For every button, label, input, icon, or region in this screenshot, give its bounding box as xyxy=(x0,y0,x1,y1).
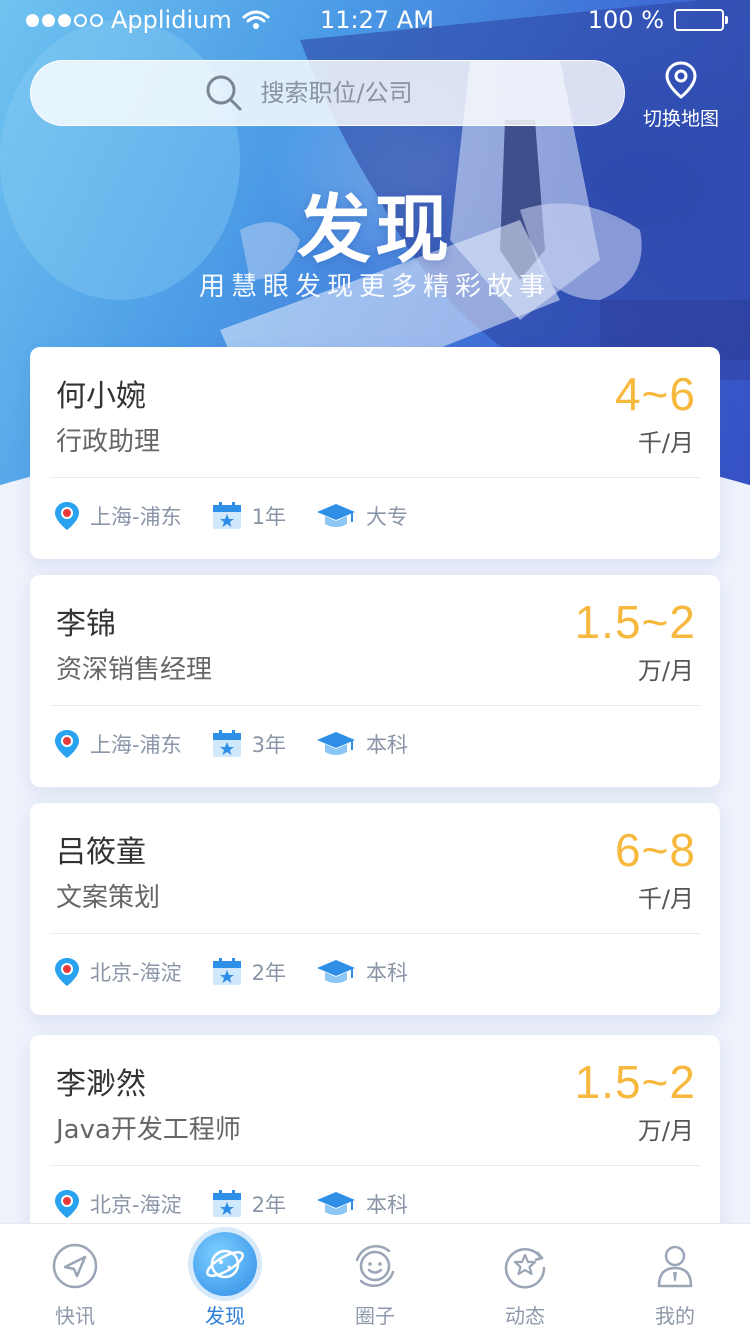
planet-icon xyxy=(206,1249,244,1279)
candidate-name: 何小婉 xyxy=(56,379,146,414)
salary-unit: 万/月 xyxy=(637,657,694,685)
education-text: 本科 xyxy=(365,1193,408,1217)
send-icon xyxy=(52,1243,98,1289)
education-text: 本科 xyxy=(365,733,408,757)
calendar-icon xyxy=(212,958,241,985)
search-input[interactable] xyxy=(260,79,451,107)
tab-activity[interactable]: 动态 xyxy=(450,1224,600,1334)
job-card[interactable]: 李渺然 Java开发工程师 1.5~2 万/月 北京-海淀 2年 本科 xyxy=(30,1035,720,1247)
graduation-cap-icon xyxy=(316,504,355,527)
experience-text: 1年 xyxy=(251,505,286,529)
job-title: Java开发工程师 xyxy=(56,1115,241,1145)
job-card[interactable]: 吕筱童 文案策划 6~8 千/月 北京-海淀 2年 本科 xyxy=(30,803,720,1015)
tab-news[interactable]: 快讯 xyxy=(0,1224,150,1334)
calendar-icon xyxy=(212,502,241,529)
tab-label: 动态 xyxy=(505,1304,545,1328)
divider xyxy=(50,1165,700,1166)
person-icon xyxy=(657,1245,693,1288)
job-title: 行政助理 xyxy=(56,427,161,457)
education-text: 大专 xyxy=(365,505,408,529)
job-card[interactable]: 何小婉 行政助理 4~6 千/月 上海-浦东 1年 大专 xyxy=(30,347,720,559)
salary-unit: 千/月 xyxy=(637,885,694,913)
candidate-name: 吕筱童 xyxy=(56,835,146,870)
candidate-name: 李锦 xyxy=(56,607,116,642)
candidate-name: 李渺然 xyxy=(56,1067,146,1102)
tab-circle[interactable]: 圈子 xyxy=(300,1224,450,1334)
salary-unit: 千/月 xyxy=(637,429,694,457)
switch-map-button[interactable]: 切换地图 xyxy=(636,60,726,130)
experience-text: 2年 xyxy=(251,961,286,985)
tab-label: 发现 xyxy=(205,1304,245,1328)
divider xyxy=(50,477,700,478)
salary-range: 1.5~2 xyxy=(574,596,696,648)
status-bar: Applidium 11:27 AM 100 % xyxy=(0,0,750,40)
salary-range: 1.5~2 xyxy=(574,1056,696,1108)
star-refresh-icon xyxy=(504,1248,546,1289)
tab-me[interactable]: 我的 xyxy=(600,1224,750,1334)
job-title: 文案策划 xyxy=(56,883,161,913)
location-text: 上海-浦东 xyxy=(90,505,182,529)
location-pin-icon xyxy=(55,502,79,530)
search-icon xyxy=(206,75,241,111)
switch-map-label: 切换地图 xyxy=(642,108,719,130)
location-text: 北京-海淀 xyxy=(90,1193,182,1217)
clock: 11:27 AM xyxy=(320,6,434,34)
page-subtitle: 用慧眼发现更多精彩故事 xyxy=(198,272,551,302)
divider xyxy=(50,705,700,706)
graduation-cap-icon xyxy=(316,732,355,755)
job-title: 资深销售经理 xyxy=(56,655,213,685)
orbit-smile-icon xyxy=(355,1244,395,1288)
education-text: 本科 xyxy=(365,961,408,985)
tab-label: 快讯 xyxy=(55,1304,95,1328)
tab-label: 圈子 xyxy=(355,1304,395,1328)
location-text: 北京-海淀 xyxy=(90,961,182,985)
location-pin-icon xyxy=(55,958,79,986)
search-bar[interactable] xyxy=(30,60,625,126)
experience-text: 3年 xyxy=(251,733,286,757)
salary-range: 4~6 xyxy=(614,368,696,420)
battery-icon xyxy=(674,9,728,31)
graduation-cap-icon xyxy=(316,1192,355,1215)
tab-label: 我的 xyxy=(655,1304,695,1328)
graduation-cap-icon xyxy=(316,960,355,983)
salary-range: 6~8 xyxy=(614,824,696,876)
location-pin-icon xyxy=(665,61,697,99)
battery-percent: 100 % xyxy=(587,6,664,34)
tab-bar: 快讯 发现 圈子 动态 我的 xyxy=(0,1223,750,1334)
calendar-icon xyxy=(212,1190,241,1217)
calendar-icon xyxy=(212,730,241,757)
divider xyxy=(50,933,700,934)
location-text: 上海-浦东 xyxy=(90,733,182,757)
job-card[interactable]: 李锦 资深销售经理 1.5~2 万/月 上海-浦东 3年 本科 xyxy=(30,575,720,787)
experience-text: 2年 xyxy=(251,1193,286,1217)
location-pin-icon xyxy=(55,1190,79,1218)
page-title: 发现 xyxy=(297,187,453,273)
tab-discover[interactable]: 发现 xyxy=(150,1224,300,1334)
location-pin-icon xyxy=(55,730,79,758)
signal-strength-icon xyxy=(26,13,103,27)
salary-unit: 万/月 xyxy=(637,1117,694,1145)
carrier-name: Applidium xyxy=(111,6,232,34)
wifi-icon xyxy=(242,10,270,29)
